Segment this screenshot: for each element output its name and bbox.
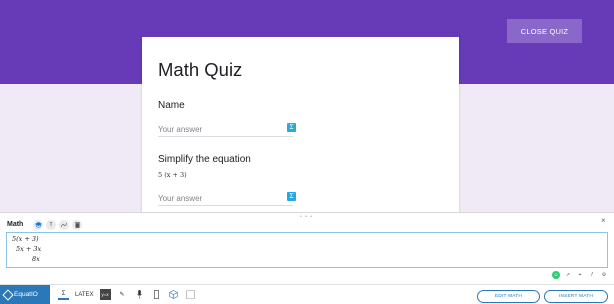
quiz-card: Math Quiz Name Your answer Σ Simplify th… — [142, 33, 459, 223]
question-simplify-label: Simplify the equation — [158, 154, 251, 165]
trash-icon[interactable] — [72, 220, 82, 230]
close-quiz-button[interactable]: CLOSE QUIZ — [507, 19, 582, 43]
handwriting-pen-icon[interactable]: ✎ — [117, 289, 128, 300]
math-editor-sigma-icon[interactable]: Σ — [58, 289, 69, 300]
simplify-answer-input[interactable]: Your answer — [158, 193, 293, 206]
math-line: 8x — [32, 255, 40, 263]
name-answer-input[interactable]: Your answer — [158, 124, 293, 137]
math-input-area[interactable]: 5(x + 3) 5x + 3x 8x — [6, 232, 608, 268]
microphone-icon[interactable] — [134, 289, 145, 300]
text-t-icon[interactable]: T — [46, 220, 56, 230]
pin-icon[interactable]: ⌖ — [576, 271, 584, 279]
insert-math-button[interactable]: INSERT MATH — [544, 290, 608, 303]
question-equation: 5 (x + 3) — [158, 171, 187, 179]
edit-math-button[interactable]: EDIT MATH — [477, 290, 540, 303]
editor-title: Math — [7, 221, 24, 228]
resize-grip-icon[interactable]: • • • — [300, 214, 313, 220]
brand-label: EquatIO — [14, 291, 38, 298]
math-line: 5x + 3x — [16, 245, 42, 253]
accessibility-icon[interactable]: ☺ — [552, 271, 560, 279]
question-name-label: Name — [158, 100, 185, 111]
insert-math-sigma-icon[interactable]: Σ — [287, 192, 296, 201]
close-icon[interactable]: × — [601, 216, 606, 225]
equatio-brand[interactable]: EquatIO — [0, 285, 50, 304]
insert-math-sigma-icon[interactable]: Σ — [287, 123, 296, 132]
page-title: Math Quiz — [158, 59, 243, 80]
mode-icons: T — [33, 220, 82, 230]
math-line: 5(x + 3) — [12, 235, 39, 243]
link-icon[interactable]: ⇗ — [564, 271, 572, 279]
function-icon[interactable]: f — [588, 271, 596, 279]
handwriting-icon[interactable] — [59, 220, 69, 230]
graduation-cap-icon[interactable] — [33, 220, 43, 230]
editor-side-tools: ☺ ⇗ ⌖ f ⚙ — [552, 271, 608, 279]
tool-buttons: Σ LATEX y=x ✎ — [58, 289, 196, 300]
latex-icon[interactable]: LATEX — [75, 289, 94, 300]
screenshot-reader-icon[interactable] — [185, 289, 196, 300]
equatio-logo-icon — [2, 288, 14, 301]
3d-cube-icon[interactable] — [168, 289, 179, 300]
mobile-icon[interactable] — [151, 289, 162, 300]
graph-editor-icon[interactable]: y=x — [99, 289, 111, 300]
settings-icon[interactable]: ⚙ — [600, 271, 608, 279]
equatio-toolbar: EquatIO Σ LATEX y=x ✎ EDIT MATH INSERT M… — [0, 284, 614, 304]
